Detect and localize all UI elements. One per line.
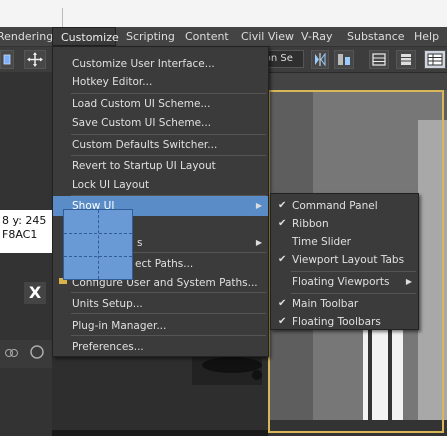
submenu-item-floating-toolbars-label: Floating Toolbars	[292, 316, 381, 328]
submenu-item-ribbon[interactable]: ✔ Ribbon	[271, 215, 418, 233]
menu-item-hotkey-editor[interactable]: Hotkey Editor...	[53, 72, 268, 92]
submenu-item-floating-toolbars[interactable]: ✔ Floating Toolbars	[271, 313, 418, 331]
submenu-arrow-icon: ▶	[405, 277, 412, 286]
layers-icon[interactable]	[396, 50, 416, 69]
align-icon[interactable]	[334, 50, 354, 69]
menu-separator	[71, 292, 266, 293]
move-icon[interactable]	[24, 50, 46, 69]
menu-separator	[291, 293, 416, 294]
camera-icon[interactable]	[28, 344, 46, 363]
submenu-item-time-slider-label: Time Slider	[292, 236, 351, 248]
check-icon: ✔	[278, 218, 287, 229]
check-icon: ✔	[278, 316, 287, 327]
submenu-item-ribbon-label: Ribbon	[292, 218, 329, 230]
submenu-item-command-panel-label: Command Panel	[292, 200, 378, 212]
check-icon: ✔	[278, 298, 287, 309]
submenu-item-main-toolbar[interactable]: ✔ Main Toolbar	[271, 295, 418, 313]
mirror-icon[interactable]	[311, 50, 329, 69]
coordinate-readout: 8 y: 245 F8AC1	[0, 210, 56, 253]
coord-line-1: 8 y: 245	[2, 214, 47, 227]
menu-item-lock-ui[interactable]: Lock UI Layout	[53, 175, 268, 195]
menu-separator	[291, 271, 416, 272]
submenu-arrow-icon: ▶	[255, 238, 262, 247]
link-icon[interactable]	[4, 346, 18, 363]
submenu-item-time-slider[interactable]: Time Slider	[271, 233, 418, 251]
coord-line-2: F8AC1	[2, 228, 38, 241]
menu-civil-view[interactable]: Civil View	[241, 27, 294, 46]
scene-explorer-icon[interactable]	[424, 50, 446, 69]
divider	[62, 8, 63, 27]
submenu-item-command-panel[interactable]: ✔ Command Panel	[271, 197, 418, 215]
menu-item-load-ui-scheme[interactable]: Load Custom UI Scheme...	[53, 94, 268, 114]
check-icon: ✔	[278, 254, 287, 265]
layout-preview-overlay	[63, 209, 133, 280]
menu-item-preferences[interactable]: Preferences...	[53, 337, 268, 357]
menu-item-partial-label: s	[137, 237, 143, 249]
layer-explorer-icon[interactable]	[369, 50, 389, 69]
menu-item-save-ui-scheme[interactable]: Save Custom UI Scheme...	[53, 113, 268, 133]
close-button[interactable]: X	[24, 282, 46, 304]
submenu-item-main-toolbar-label: Main Toolbar	[292, 298, 359, 310]
submenu-arrow-icon: ▶	[255, 201, 262, 210]
menu-scripting[interactable]: Scripting	[126, 27, 175, 46]
bottom-tools	[0, 340, 56, 368]
menu-bar: Rendering Customize Scripting Content Ci…	[0, 27, 447, 47]
timeline-strip	[52, 430, 268, 436]
submenu-item-viewport-layout-tabs-label: Viewport Layout Tabs	[292, 254, 405, 266]
submenu-item-viewport-layout-tabs[interactable]: ✔ Viewport Layout Tabs	[271, 251, 418, 269]
menu-content[interactable]: Content	[185, 27, 229, 46]
menu-separator	[71, 313, 266, 314]
menu-item-revert-ui[interactable]: Revert to Startup UI Layout	[53, 156, 268, 176]
menu-vray[interactable]: V-Ray	[301, 27, 333, 46]
menu-item-customize-ui[interactable]: Customize User Interface...	[53, 54, 268, 74]
left-panel	[0, 72, 52, 436]
overlay-guide	[98, 210, 99, 279]
menu-help[interactable]: Help	[414, 27, 439, 46]
menu-item-plugin-manager[interactable]: Plug-in Manager...	[53, 316, 268, 336]
submenu-item-floating-viewports-label: Floating Viewports	[292, 276, 390, 288]
scene-object	[192, 355, 262, 385]
menu-rendering[interactable]: Rendering	[0, 27, 53, 46]
show-ui-submenu: ✔ Command Panel ✔ Ribbon Time Slider ✔ V…	[270, 193, 419, 330]
title-strip	[0, 0, 447, 27]
submenu-item-floating-viewports[interactable]: Floating Viewports ▶	[271, 273, 418, 291]
menu-customize[interactable]: Customize	[52, 27, 119, 46]
check-icon: ✔	[278, 200, 287, 211]
menu-item-units-setup[interactable]: Units Setup...	[53, 294, 268, 314]
customize-menu: Customize User Interface... Hotkey Edito…	[52, 46, 269, 357]
menu-item-defaults-switcher[interactable]: Custom Defaults Switcher...	[53, 135, 268, 155]
menu-separator	[71, 335, 266, 336]
status-area	[52, 355, 268, 436]
select-icon[interactable]	[0, 50, 14, 69]
menu-substance[interactable]: Substance	[347, 27, 405, 46]
